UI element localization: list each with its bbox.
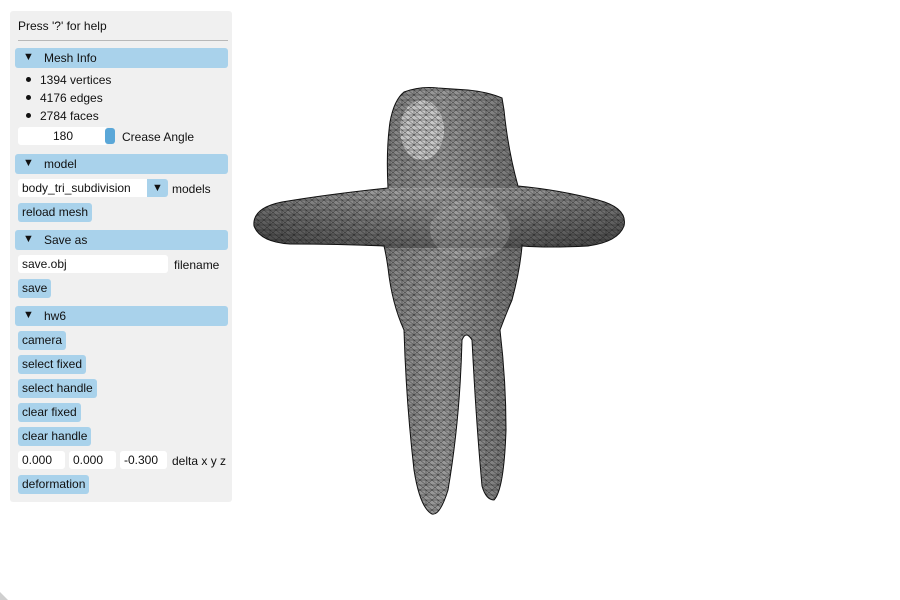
camera-button[interactable]: camera	[18, 331, 67, 350]
save-as-header[interactable]: ▼ Save as	[15, 230, 228, 250]
clear-fixed-button[interactable]: clear fixed	[18, 403, 81, 422]
dropdown-arrow-icon[interactable]: ▼	[147, 179, 168, 197]
deformation-button[interactable]: deformation	[18, 475, 90, 494]
triangle-down-icon: ▼	[23, 233, 34, 245]
bullet-icon	[26, 95, 31, 100]
delta-x-input[interactable]: 0.000	[18, 451, 65, 469]
control-panel: Press '?' for help ▼ Mesh Info 1394 vert…	[10, 11, 232, 502]
crease-angle-label: Crease Angle	[122, 130, 195, 144]
clear-handle-button[interactable]: clear handle	[18, 427, 92, 446]
mesh-info-title: Mesh Info	[44, 51, 97, 65]
edges-count: 4176 edges	[40, 91, 103, 105]
delta-z-input[interactable]: -0.300	[120, 451, 167, 469]
resize-grip-icon[interactable]	[0, 592, 8, 600]
delta-x-value: 0.000	[22, 453, 53, 467]
select-handle-button[interactable]: select handle	[18, 379, 97, 398]
delta-y-value: 0.000	[73, 453, 104, 467]
slider-grab-handle[interactable]	[105, 128, 115, 144]
delta-y-input[interactable]: 0.000	[69, 451, 116, 469]
triangle-down-icon: ▼	[23, 157, 34, 169]
save-as-title: Save as	[44, 233, 88, 247]
mesh-info-header[interactable]: ▼ Mesh Info	[15, 48, 228, 68]
triangle-down-icon: ▼	[23, 51, 34, 63]
models-label: models	[172, 182, 211, 196]
filename-input[interactable]: save.obj	[18, 255, 168, 273]
bullet-icon	[26, 113, 31, 118]
crease-angle-value: 180	[52, 129, 74, 143]
select-fixed-button[interactable]: select fixed	[18, 355, 87, 374]
triangle-down-icon: ▼	[23, 309, 34, 321]
model-select-value: body_tri_subdivision	[22, 181, 131, 195]
help-text: Press '?' for help	[18, 19, 107, 33]
faces-count: 2784 faces	[40, 109, 99, 123]
filename-value: save.obj	[22, 257, 67, 271]
filename-label: filename	[174, 258, 220, 272]
crease-angle-slider[interactable]: 180	[18, 127, 108, 145]
model-header[interactable]: ▼ model	[15, 154, 228, 174]
bullet-icon	[26, 77, 31, 82]
hw6-title: hw6	[44, 309, 67, 323]
hw6-header[interactable]: ▼ hw6	[15, 306, 228, 326]
delta-z-value: -0.300	[124, 453, 159, 467]
delta-label: delta x y z	[172, 454, 227, 468]
vertices-count: 1394 vertices	[40, 73, 112, 87]
model-title: model	[44, 157, 77, 171]
model-select[interactable]: body_tri_subdivision	[18, 179, 148, 197]
reload-mesh-button[interactable]: reload mesh	[18, 203, 93, 222]
separator	[18, 40, 228, 41]
save-button[interactable]: save	[18, 279, 52, 298]
